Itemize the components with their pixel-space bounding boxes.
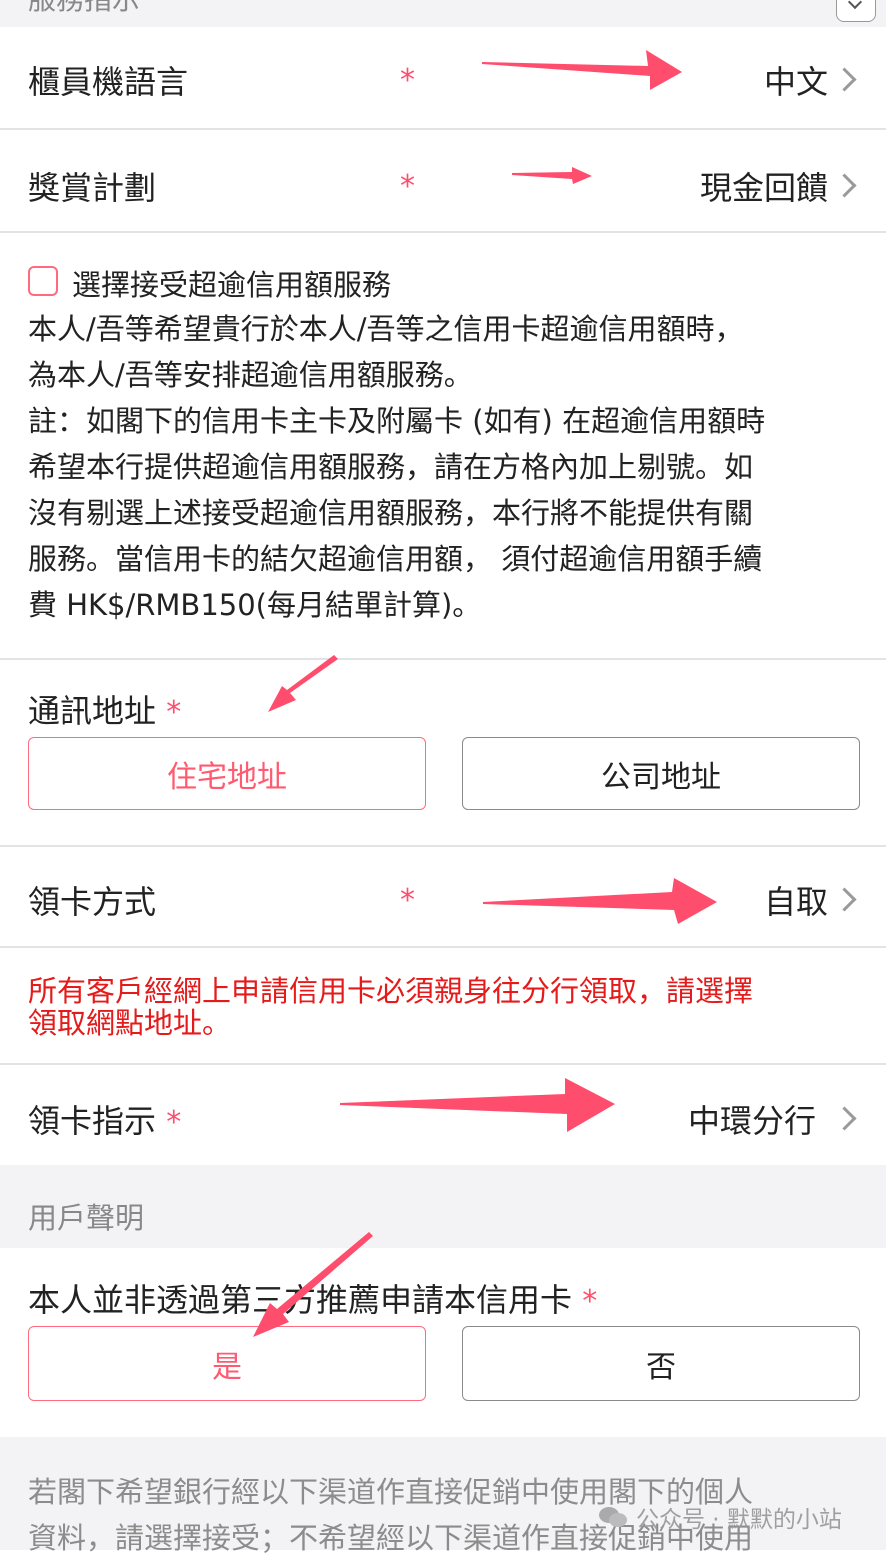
arrow-to-kiosk-language: [482, 50, 682, 90]
arrow-to-card-collection: [483, 878, 717, 924]
arrow-to-referral-yes: [253, 1232, 373, 1337]
arrow-to-card-instruction: [340, 1078, 615, 1132]
annotation-arrow: [253, 50, 717, 1337]
arrow-to-address-label: [268, 655, 338, 712]
arrow-to-reward-plan: [512, 167, 592, 184]
